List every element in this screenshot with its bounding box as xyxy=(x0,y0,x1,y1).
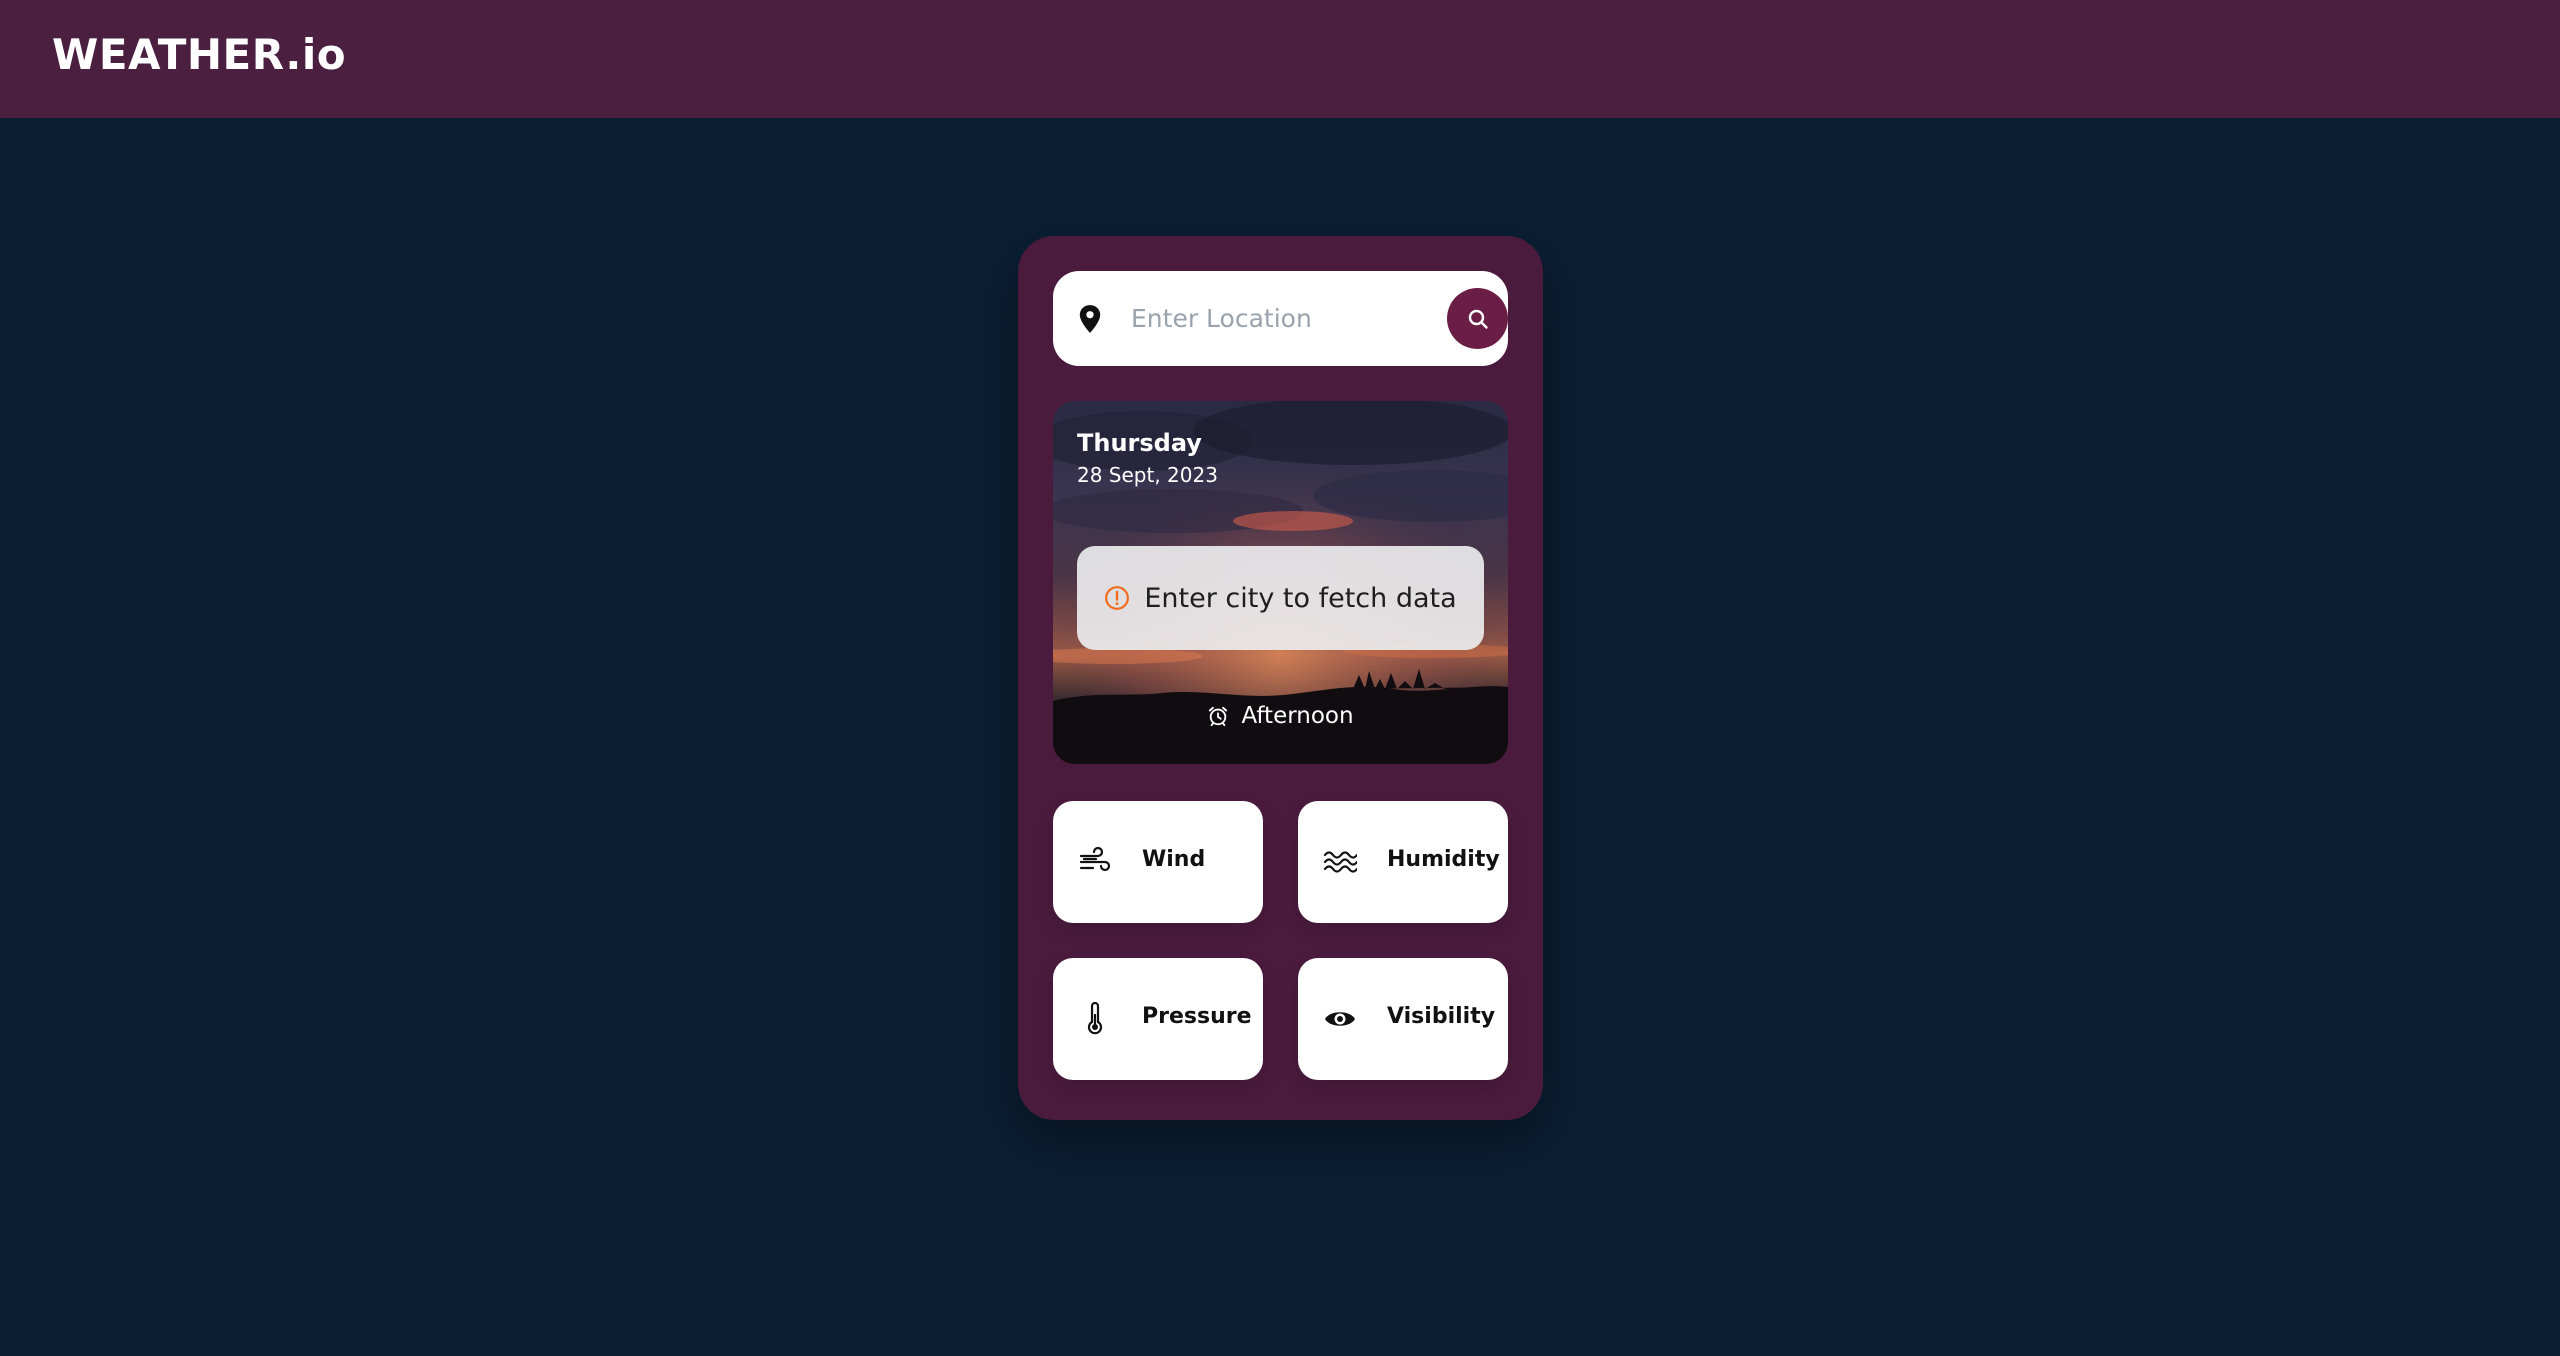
pressure-label: Pressure xyxy=(1142,1004,1252,1029)
alert-circle-icon xyxy=(1105,586,1130,610)
time-of-day: Afternoon xyxy=(1053,703,1508,729)
weather-card: Thursday 28 Sept, 2023 Enter city to fet… xyxy=(1018,236,1543,1120)
wind-label: Wind xyxy=(1142,847,1206,872)
waves-icon xyxy=(1323,851,1357,873)
current-date: 28 Sept, 2023 xyxy=(1077,463,1218,487)
eye-icon xyxy=(1325,1012,1355,1026)
time-of-day-label: Afternoon xyxy=(1241,703,1354,729)
map-pin-icon xyxy=(1079,305,1101,333)
visibility-tile[interactable]: Visibility xyxy=(1298,958,1508,1080)
pressure-tile[interactable]: Pressure xyxy=(1053,958,1263,1080)
wind-icon xyxy=(1079,846,1111,872)
search-button[interactable] xyxy=(1447,288,1508,349)
search-bar xyxy=(1053,271,1508,366)
fetch-data-notice: Enter city to fetch data xyxy=(1077,546,1484,650)
thermometer-icon xyxy=(1087,1002,1103,1035)
humidity-tile[interactable]: Humidity xyxy=(1298,801,1508,923)
location-input[interactable] xyxy=(1131,293,1431,343)
notice-text: Enter city to fetch data xyxy=(1144,582,1457,614)
alarm-clock-icon xyxy=(1209,706,1228,727)
weather-hero: Thursday 28 Sept, 2023 Enter city to fet… xyxy=(1053,401,1508,764)
top-navbar: WEATHER.io xyxy=(0,0,2560,118)
wind-tile[interactable]: Wind xyxy=(1053,801,1263,923)
visibility-label: Visibility xyxy=(1387,1004,1496,1029)
day-name: Thursday xyxy=(1077,429,1202,457)
brand-logo[interactable]: WEATHER.io xyxy=(52,30,346,79)
search-icon xyxy=(1468,309,1488,329)
humidity-label: Humidity xyxy=(1387,847,1500,872)
